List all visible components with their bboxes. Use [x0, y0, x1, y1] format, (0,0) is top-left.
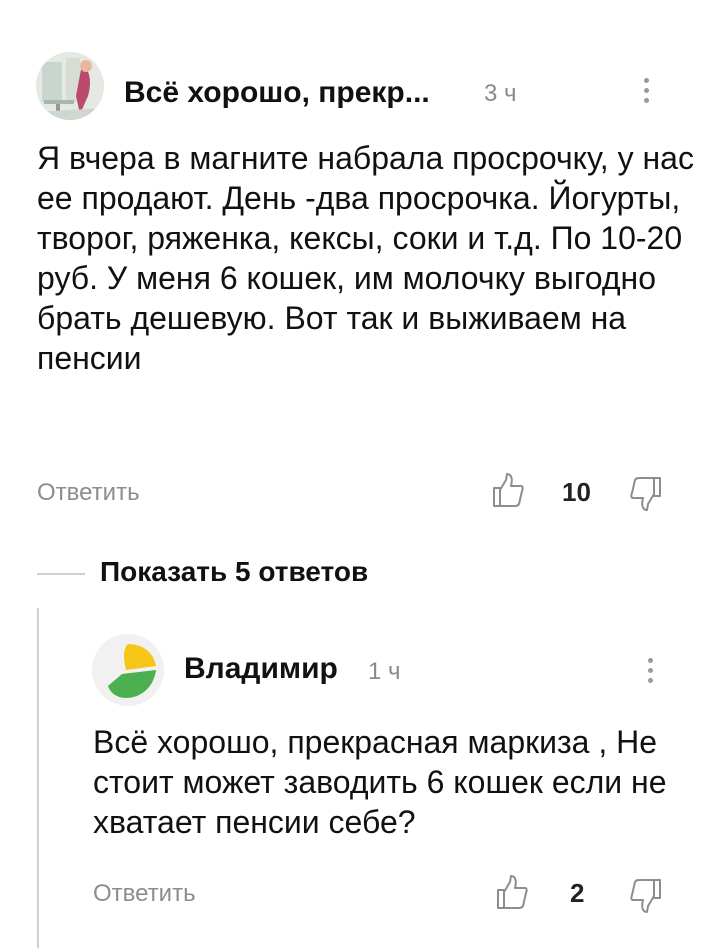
reply-button[interactable]: Ответить: [93, 880, 196, 908]
avatar[interactable]: [36, 52, 104, 120]
thumbs-up-icon[interactable]: [496, 874, 528, 910]
divider: [37, 573, 85, 575]
avatar[interactable]: [92, 634, 164, 706]
comment-time: 3 ч: [484, 80, 517, 107]
comment-author[interactable]: Владимир: [184, 652, 338, 686]
like-count: 2: [570, 878, 585, 908]
comment-time: 1 ч: [368, 658, 401, 685]
more-vertical-icon[interactable]: [636, 70, 656, 110]
avatar-image: [36, 52, 104, 120]
comment-author[interactable]: Всё хорошо, прекр...: [124, 76, 430, 110]
reply-button[interactable]: Ответить: [37, 479, 140, 507]
show-replies-button[interactable]: Показать 5 ответов: [100, 556, 368, 588]
reply-comment: Владимир 1 ч Всё хорошо, прекрасная марк…: [0, 610, 720, 948]
comment-text: Всё хорошо, прекрасная маркиза , Не стои…: [93, 724, 667, 840]
thumbs-up-icon[interactable]: [492, 472, 524, 508]
avatar-logo-icon: [92, 634, 164, 706]
comment-text: Я вчера в магните набрала просрочку, у н…: [37, 140, 694, 376]
thumbs-down-icon[interactable]: [630, 878, 662, 914]
like-count: 10: [562, 477, 591, 507]
more-vertical-icon[interactable]: [640, 650, 660, 690]
thumbs-down-icon[interactable]: [630, 476, 662, 512]
comment: Всё хорошо, прекр... 3 ч Я вчера в магни…: [0, 0, 720, 530]
